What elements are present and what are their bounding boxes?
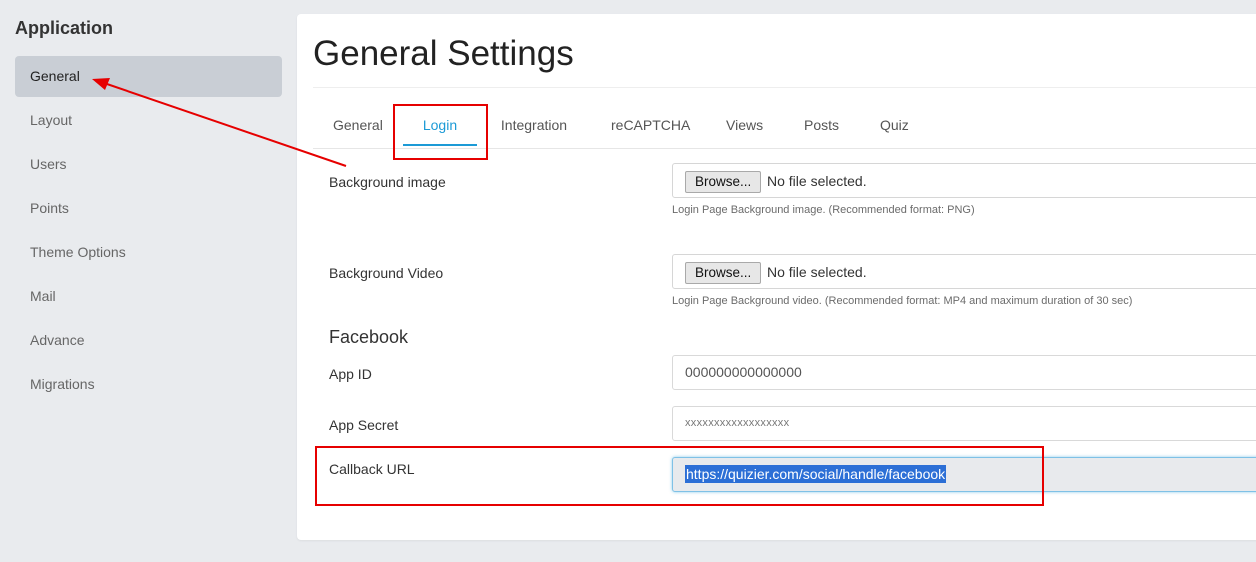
page-title: General Settings <box>313 34 574 73</box>
sidebar-item-users[interactable]: Users <box>15 144 282 185</box>
app-secret-input[interactable]: xxxxxxxxxxxxxxxxxx <box>672 406 1256 441</box>
sidebar-item-layout[interactable]: Layout <box>15 100 282 141</box>
sidebar-item-points[interactable]: Points <box>15 188 282 229</box>
background-image-label: Background image <box>329 174 446 190</box>
callback-url-input[interactable]: https://quizier.com/social/handle/facebo… <box>672 457 1256 492</box>
background-video-file-status: No file selected. <box>767 264 867 280</box>
sidebar-item-advance[interactable]: Advance <box>15 320 282 361</box>
background-image-file-status: No file selected. <box>767 173 867 189</box>
sidebar-item-theme-options[interactable]: Theme Options <box>15 232 282 273</box>
sidebar: Application General Layout Users Points … <box>0 0 296 562</box>
tab-integration[interactable]: Integration <box>500 105 568 145</box>
active-tab-indicator <box>403 144 477 146</box>
background-video-label: Background Video <box>329 265 444 281</box>
app-id-label: App ID <box>329 366 372 382</box>
tab-recaptcha[interactable]: reCAPTCHA <box>611 105 690 145</box>
facebook-section-heading: Facebook <box>329 327 409 347</box>
background-image-file-input[interactable]: Browse... No file selected. <box>672 163 1256 198</box>
callback-url-label: Callback URL <box>329 461 415 477</box>
sidebar-title: Application <box>15 18 113 38</box>
callback-url-selected-text: https://quizier.com/social/handle/facebo… <box>685 465 947 483</box>
background-video-browse-button[interactable]: Browse... <box>685 262 762 284</box>
sidebar-item-migrations[interactable]: Migrations <box>15 364 282 405</box>
sidebar-item-mail[interactable]: Mail <box>15 276 282 317</box>
app-id-input[interactable]: 000000000000000 <box>672 355 1256 390</box>
sidebar-nav: General Layout Users Points Theme Option… <box>15 56 282 408</box>
background-image-browse-button[interactable]: Browse... <box>685 171 762 193</box>
tabs-divider <box>313 148 1256 149</box>
settings-tabs: General Login Integration reCAPTCHA View… <box>313 105 1256 149</box>
settings-card: General Settings General Login Integrati… <box>297 14 1256 540</box>
title-divider <box>313 87 1256 88</box>
tab-login[interactable]: Login <box>403 105 477 145</box>
app-secret-label: App Secret <box>329 417 399 433</box>
background-image-help: Login Page Background image. (Recommende… <box>672 204 975 216</box>
tab-general[interactable]: General <box>333 105 383 145</box>
tab-views[interactable]: Views <box>726 105 763 145</box>
background-video-file-input[interactable]: Browse... No file selected. <box>672 254 1256 289</box>
tab-quiz[interactable]: Quiz <box>880 105 909 145</box>
tab-posts[interactable]: Posts <box>804 105 839 145</box>
sidebar-item-general[interactable]: General <box>15 56 282 97</box>
background-video-help: Login Page Background video. (Recommende… <box>672 295 1133 307</box>
